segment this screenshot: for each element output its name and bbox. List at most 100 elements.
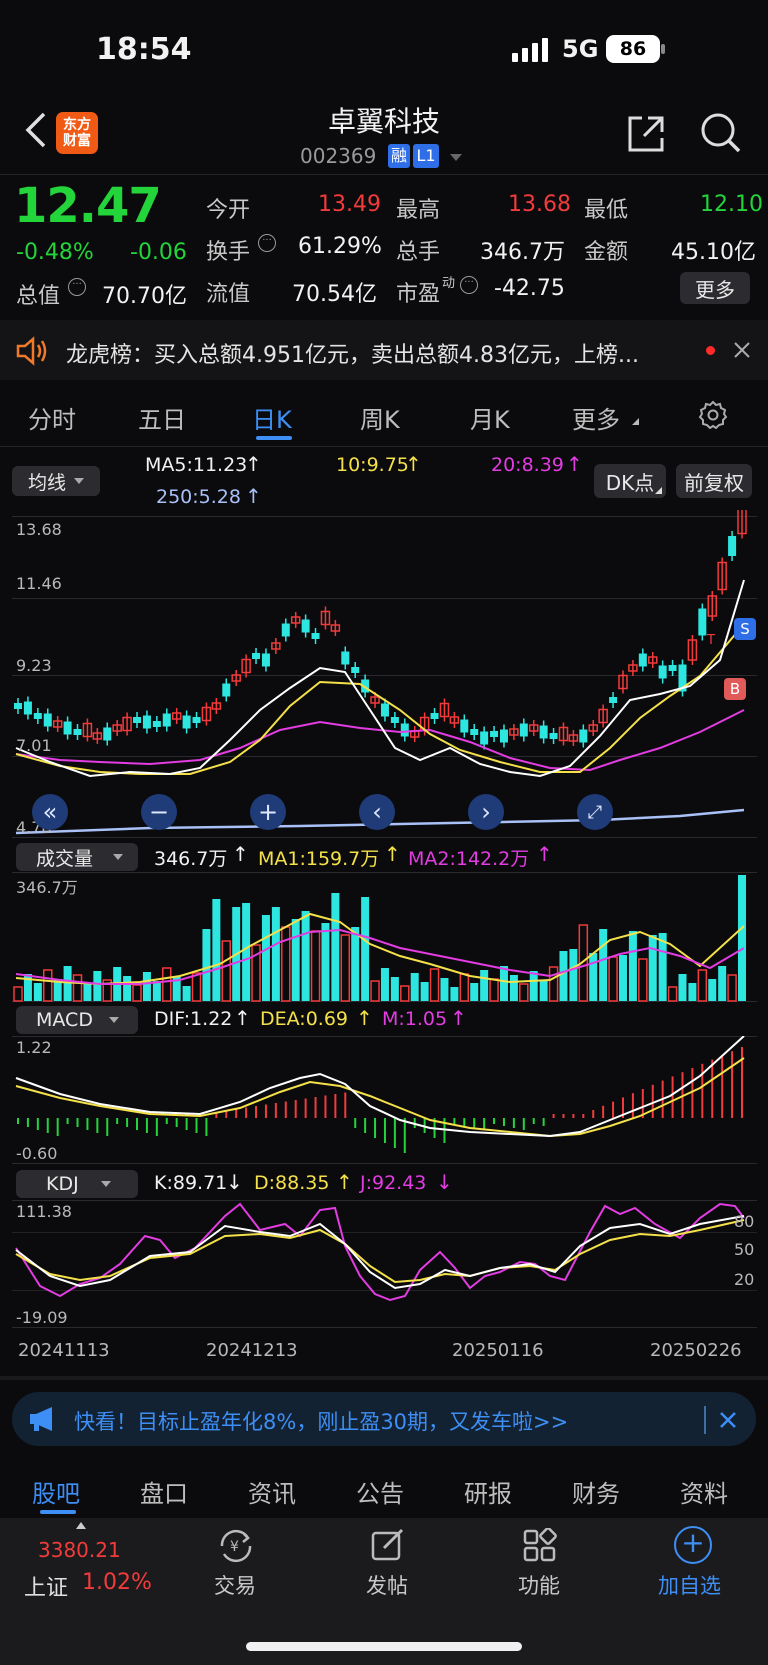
tab-fenshi[interactable]: 分时 [28, 400, 76, 435]
fullscreen-icon[interactable]: ⤢ [577, 794, 613, 830]
macd-bar [364, 1118, 367, 1133]
total-value-label: 总值 [16, 284, 61, 309]
volume-bar [72, 974, 83, 1002]
kline-y-label: 7.01 [16, 736, 52, 755]
macd-bar [86, 1118, 89, 1130]
tab-active-indicator [40, 1510, 76, 1514]
up-arrow-icon: ↑ [405, 452, 422, 476]
up-arrow-icon: ↑ [232, 842, 249, 866]
function-label[interactable]: 功能 [518, 1570, 560, 1600]
function-icon[interactable] [522, 1527, 558, 1564]
scroll-right-icon[interactable]: › [468, 794, 504, 830]
macd-bar [145, 1118, 148, 1133]
ad-text[interactable]: 快看！目标止盈年化8%，刚止盈30期，又发车啦>> [74, 1406, 568, 1436]
notice-text[interactable]: 龙虎榜：买入总额4.951亿元，卖出总额4.83亿元，上榜... [66, 337, 639, 369]
volume-bar [33, 983, 42, 1001]
kdj-y-min: -19.09 [16, 1308, 68, 1327]
code-dropdown-icon[interactable] [450, 154, 462, 161]
stock-code: 002369 [300, 144, 377, 168]
more-button[interactable]: 更多 [680, 272, 750, 304]
macd-bar [572, 1114, 575, 1118]
tab-guba[interactable]: 股吧 [32, 1474, 80, 1509]
float-label: 流值 [206, 282, 251, 307]
buy-marker[interactable]: B [724, 678, 746, 700]
tab-ziliao[interactable]: 资料 [680, 1474, 728, 1509]
volume-bar [261, 915, 270, 1001]
up-arrow-icon: ↑ [356, 1006, 373, 1030]
info-icon[interactable]: ··· [258, 234, 276, 252]
kdj-level-80: 80 [734, 1212, 755, 1231]
share-icon[interactable] [626, 114, 666, 154]
scroll-left-fast-icon[interactable]: « [32, 794, 68, 830]
macd-selector[interactable]: MACD [16, 1006, 138, 1034]
volume-bar [212, 899, 221, 1001]
candle-body [142, 715, 151, 729]
volume-bar [618, 955, 627, 1001]
post-icon[interactable] [370, 1528, 406, 1564]
tab-wuri[interactable]: 五日 [138, 400, 186, 435]
sell-marker[interactable]: S [734, 618, 756, 640]
zoom-out-icon[interactable]: − [141, 794, 177, 830]
macd-bar [374, 1118, 377, 1138]
add-watchlist-icon[interactable]: + [674, 1526, 712, 1564]
trade-icon[interactable]: ¥ [216, 1528, 256, 1564]
index-change[interactable]: 1.02% [82, 1570, 152, 1595]
kdj-selector[interactable]: KDJ [16, 1170, 138, 1198]
kdj-selector-label: KDJ [46, 1173, 79, 1195]
settings-icon[interactable] [698, 400, 728, 430]
macd-bar [294, 1100, 297, 1118]
index-value[interactable]: 3380.21 [38, 1538, 121, 1562]
float-value: 70.54亿 [292, 282, 377, 307]
volume-bar [291, 919, 300, 1001]
tab-caiwu[interactable]: 财务 [572, 1474, 620, 1509]
macd-bar [17, 1118, 19, 1124]
ma-selector[interactable]: 均线 [12, 466, 100, 496]
close-icon[interactable] [733, 341, 751, 359]
volume-bar [361, 897, 370, 1001]
add-watchlist-label[interactable]: 加自选 [658, 1570, 721, 1600]
ma5-value: MA5:11.23 [145, 454, 248, 476]
tab-pankou[interactable]: 盘口 [140, 1474, 188, 1509]
up-arrow-icon: ↑ [566, 452, 583, 476]
tab-yuek[interactable]: 月K [470, 400, 510, 435]
volume-selector[interactable]: 成交量 [16, 843, 138, 871]
date-label: 20241113 [18, 1340, 110, 1361]
search-icon[interactable] [700, 112, 742, 154]
tab-gonggao[interactable]: 公告 [356, 1474, 404, 1509]
volume-bar [638, 958, 648, 1002]
volume-bar [142, 972, 151, 1001]
tab-rik[interactable]: 日K [252, 400, 292, 435]
up-arrow-icon: ↑ [245, 484, 262, 508]
macd-bar [522, 1118, 525, 1130]
amount-label: 金额 [584, 240, 629, 265]
macd-bar [502, 1118, 505, 1126]
tab-zhouk[interactable]: 周K [360, 400, 400, 435]
volume-bar [480, 970, 489, 1001]
macd-bar [691, 1068, 694, 1118]
scroll-left-icon[interactable]: ‹ [359, 794, 395, 830]
ma5-line [15, 579, 745, 778]
volume-ma1: MA1:159.7万 [258, 848, 380, 870]
fuquan-button[interactable]: 前复权 [676, 464, 752, 498]
volume-bar [499, 966, 508, 1001]
pe-value: -42.75 [494, 276, 565, 301]
info-icon[interactable]: ··· [460, 276, 478, 294]
zoom-in-icon[interactable]: + [250, 794, 286, 830]
tab-more[interactable]: 更多 [572, 400, 620, 435]
info-icon[interactable]: ··· [68, 278, 86, 296]
macd-bar [314, 1097, 317, 1118]
current-price: 12.47 [14, 178, 162, 234]
macd-bar [532, 1118, 535, 1124]
tabs-divider [0, 446, 768, 447]
index-name[interactable]: 上证 [24, 1570, 68, 1602]
tab-zixun[interactable]: 资讯 [248, 1474, 296, 1509]
kdj-j-line [15, 1202, 745, 1302]
post-label[interactable]: 发帖 [366, 1570, 408, 1600]
macd-bar [126, 1118, 129, 1127]
macd-bar [453, 1118, 456, 1124]
volume-bar [13, 986, 23, 1002]
close-icon[interactable] [718, 1410, 738, 1430]
macd-bar [602, 1105, 605, 1118]
trade-label[interactable]: 交易 [214, 1570, 256, 1600]
tab-yanbao[interactable]: 研报 [464, 1474, 512, 1509]
